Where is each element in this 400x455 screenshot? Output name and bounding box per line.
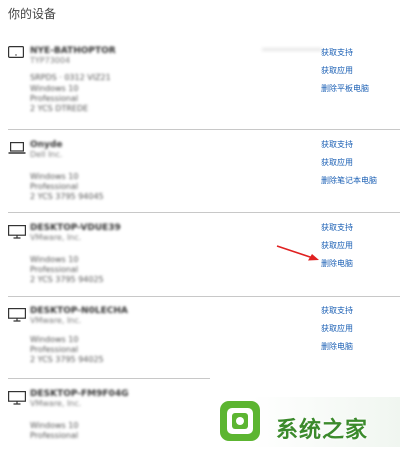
device-actions: 获取支持 获取应用 删除电脑 [321,219,353,273]
device-detail: Professional [30,182,79,191]
divider [8,378,210,379]
page-title: 你的设备 [8,7,57,21]
watermark-text: 系统之家 [276,418,369,443]
device-card-2: Onyde Dell Inc. Windows 10 Professional … [0,136,400,208]
device-model: Dell Inc. [30,150,63,159]
get-apps-link[interactable]: 获取应用 [321,237,353,255]
device-name: Onyde [30,140,63,150]
monitor-icon [8,225,26,239]
device-model: VMware, Inc. [30,316,82,325]
divider [8,296,400,297]
device-name: DESKTOP-FM9F04G [30,389,129,399]
device-name: DESKTOP-N0LECHA [30,306,128,316]
remove-pc-link[interactable]: 删除电脑 [321,338,353,356]
divider [8,212,400,213]
device-card-4: DESKTOP-N0LECHA VMware, Inc. Windows 10 … [0,302,400,374]
get-support-link[interactable]: 获取支持 [321,136,377,154]
monitor-icon [8,308,26,322]
device-detail: 2 YCS DTREDE [30,104,89,113]
device-detail: Professional [30,345,79,354]
device-card-1: NYE-BATHOPTOR TYP73004 SRPDS · 0312 VIZ2… [0,40,400,125]
device-detail: 2 YCS 3795 94025 [30,355,104,364]
device-detail: Windows 10 [30,335,79,344]
laptop-icon [8,142,26,156]
divider [8,129,400,130]
device-detail: Windows 10 [30,421,79,430]
red-arrow-annotation [275,244,325,264]
device-card-3: DESKTOP-VDUE39 VMware, Inc. Windows 10 P… [0,219,400,291]
device-detail: Windows 10 [30,172,79,181]
monitor-icon [8,391,26,405]
blurred-line [262,48,322,51]
device-actions: 获取支持 获取应用 删除平板电脑 [321,44,369,98]
device-actions: 获取支持 获取应用 删除笔记本电脑 [321,136,377,190]
get-apps-link[interactable]: 获取应用 [321,62,369,80]
device-detail: SRPDS · 0312 VIZ21 [30,73,111,82]
device-model: VMware, Inc. [30,399,82,408]
device-name: DESKTOP-VDUE39 [30,223,121,233]
remove-laptop-link[interactable]: 删除笔记本电脑 [321,172,377,190]
device-detail: Windows 10 [30,84,79,93]
device-actions: 获取支持 获取应用 删除电脑 [321,302,353,356]
logo-icon [218,399,262,443]
remove-tablet-link[interactable]: 删除平板电脑 [321,80,369,98]
tablet-icon [8,46,26,60]
device-detail: 2 YCS 3795 94045 [30,192,104,201]
device-model: TYP73004 [30,56,71,65]
get-support-link[interactable]: 获取支持 [321,219,353,237]
device-detail: Professional [30,431,79,440]
remove-pc-link[interactable]: 删除电脑 [321,255,353,273]
device-detail: Professional [30,265,79,274]
get-support-link[interactable]: 获取支持 [321,44,369,62]
device-detail: Professional [30,94,79,103]
device-detail: Windows 10 [30,255,79,264]
get-apps-link[interactable]: 获取应用 [321,320,353,338]
get-support-link[interactable]: 获取支持 [321,302,353,320]
device-model: VMware, Inc. [30,233,82,242]
device-name: NYE-BATHOPTOR [30,46,116,56]
site-watermark-logo: 系统之家 [218,397,400,455]
device-detail: 2 YCS 3795 94025 [30,275,104,284]
get-apps-link[interactable]: 获取应用 [321,154,377,172]
